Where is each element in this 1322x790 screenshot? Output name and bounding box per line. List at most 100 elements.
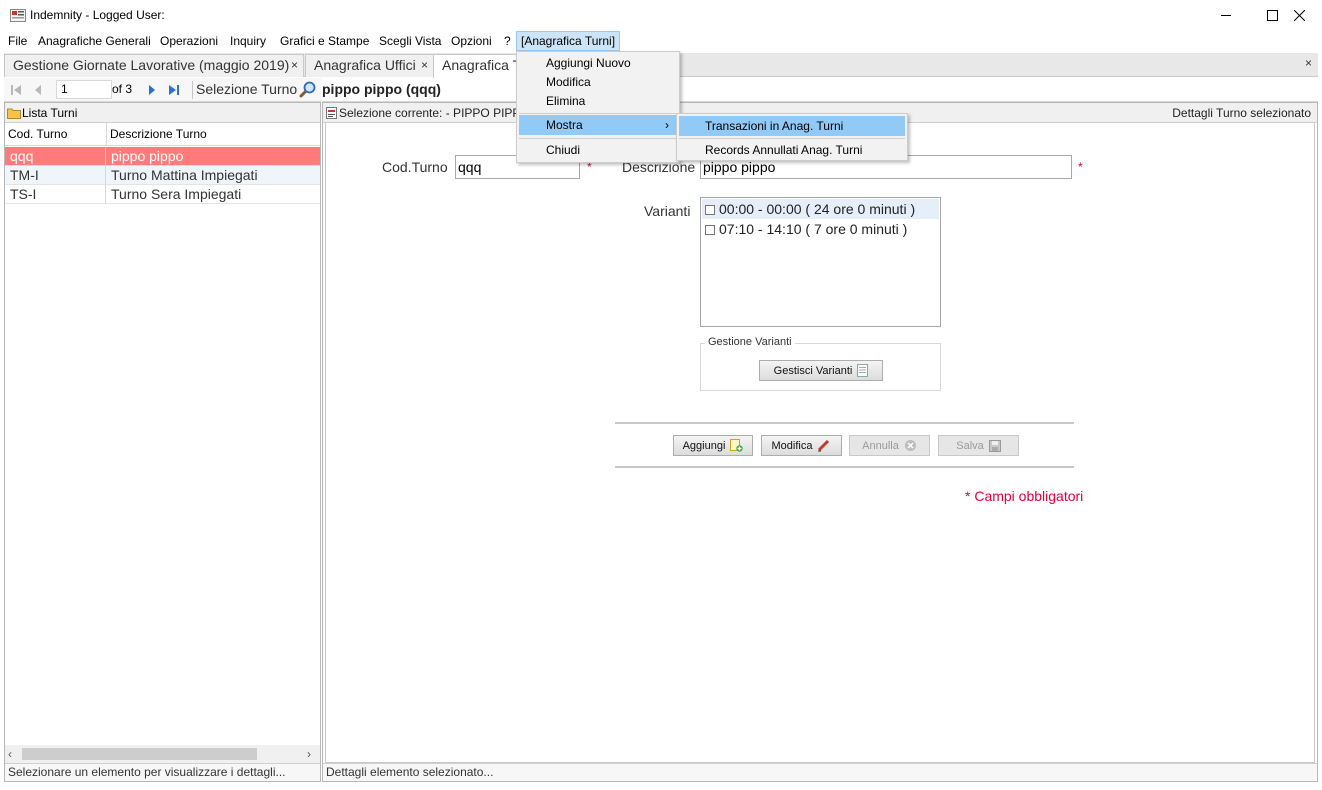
close-window-button[interactable] [1276, 0, 1322, 31]
horizontal-scrollbar[interactable]: ‹ › [5, 745, 320, 763]
lista-turni-title: Lista Turni [22, 106, 78, 120]
menu-anagrafiche-generali[interactable]: Anagrafiche Generali [37, 33, 152, 50]
cell-cod-turno: TM-I [5, 166, 106, 185]
menu-anagrafica-turni[interactable]: [Anagrafica Turni] [516, 31, 621, 51]
app-icon [10, 9, 26, 22]
menu-file[interactable]: File [7, 33, 28, 50]
menu-item-records-annullati[interactable]: Records Annullati Anag. Turni [679, 140, 905, 160]
varianti-label: Varianti [644, 203, 691, 219]
tab-label: Gestione Giornate Lavorative (maggio 201… [13, 57, 290, 73]
menu-item-aggiungi-nuovo[interactable]: Aggiungi Nuovo [519, 53, 677, 73]
tab-gestione-giornate[interactable]: Gestione Giornate Lavorative (maggio 201… [4, 54, 304, 77]
dettagli-turno-title: Dettagli Turno selezionato [1172, 106, 1311, 120]
close-all-tabs-button[interactable]: × [1305, 56, 1312, 70]
left-status-bar: Selezionare un elemento per visualizzare… [5, 763, 320, 781]
cancel-icon [904, 440, 916, 451]
list-item[interactable]: 07:10 - 14:10 ( 7 ore 0 minuti ) [702, 219, 939, 239]
checkbox[interactable] [705, 225, 715, 235]
last-record-button[interactable] [166, 81, 182, 98]
save-icon [988, 439, 1001, 452]
table-row[interactable]: TM-I Turno Mattina Impiegati [5, 166, 320, 185]
next-record-button[interactable] [144, 81, 160, 98]
menu-grafici-e-stampe[interactable]: Grafici e Stampe [279, 33, 370, 50]
cell-cod-turno: TS-I [5, 185, 106, 204]
button-bar-divider [615, 466, 1074, 468]
anagrafica-turni-dropdown: Aggiungi Nuovo Modifica Elimina Mostra ›… [516, 51, 680, 163]
variante-label: 00:00 - 00:00 ( 24 ore 0 minuti ) [719, 201, 916, 217]
annulla-label: Annulla [862, 439, 899, 452]
menu-help[interactable]: ? [503, 33, 512, 50]
variante-label: 07:10 - 14:10 ( 7 ore 0 minuti ) [719, 221, 908, 237]
title-bar: Indemnity - Logged User: [0, 0, 1322, 31]
cell-descrizione-turno: Turno Mattina Impiegati [111, 167, 258, 183]
tab-close-button[interactable]: × [421, 55, 428, 76]
first-record-button[interactable] [8, 81, 24, 98]
tab-label: Anagrafica Uffici [314, 57, 416, 73]
gestione-varianti-group: Gestione Varianti Gestisci Varianti [700, 336, 941, 391]
detail-form: Cod.Turno qqq * Descrizione pippo pippo … [325, 123, 1315, 763]
varianti-list[interactable]: 00:00 - 00:00 ( 24 ore 0 minuti ) 07:10 … [700, 197, 941, 327]
record-position-input[interactable]: 1 [56, 80, 112, 99]
scroll-left-arrow[interactable]: ‹ [8, 747, 12, 761]
menu-item-transazioni[interactable]: Transazioni in Anag. Turni [679, 116, 905, 136]
lista-turni-header: Lista Turni [5, 103, 320, 123]
menu-item-mostra-label: Mostra [546, 118, 583, 132]
modifica-button[interactable]: Modifica [761, 435, 842, 456]
scroll-right-arrow[interactable]: › [307, 747, 311, 761]
menu-operazioni[interactable]: Operazioni [159, 33, 219, 50]
scrollbar-thumb[interactable] [22, 748, 257, 760]
mostra-submenu: Transazioni in Anag. Turni Records Annul… [676, 113, 908, 161]
tab-anagrafica-turni[interactable]: Anagrafica Turni [433, 54, 523, 78]
list-item[interactable]: 00:00 - 00:00 ( 24 ore 0 minuti ) [702, 199, 939, 219]
grid-header: Cod. Turno Descrizione Turno [5, 123, 320, 146]
gestisci-varianti-label: Gestisci Varianti [773, 364, 853, 377]
salva-button[interactable]: Salva [938, 435, 1019, 456]
menu-item-chiudi[interactable]: Chiudi [519, 140, 677, 160]
checkbox[interactable] [705, 205, 715, 215]
previous-icon [35, 84, 41, 95]
cell-cod-turno: qqq [5, 147, 106, 166]
gestisci-varianti-button[interactable]: Gestisci Varianti [759, 360, 883, 381]
menu-item-modifica[interactable]: Modifica [519, 72, 677, 92]
last-icon [169, 84, 179, 95]
menu-scegli-vista[interactable]: Scegli Vista [378, 33, 442, 50]
menu-inquiry[interactable]: Inquiry [229, 33, 267, 50]
folder-icon [7, 108, 21, 119]
minimize-button[interactable] [1203, 0, 1249, 31]
first-icon [11, 84, 21, 95]
salva-label: Salva [956, 439, 984, 452]
dettagli-turno-panel: Selezione corrente: - PIPPO PIPPO Dettag… [322, 102, 1318, 782]
table-row[interactable]: TS-I Turno Sera Impiegati [5, 185, 320, 204]
aggiungi-label: Aggiungi [682, 439, 726, 452]
right-status-bar: Dettagli elemento selezionato... [323, 763, 1317, 781]
search-icon[interactable] [299, 81, 316, 98]
window-title: Indemnity - Logged User: [30, 8, 165, 22]
tab-anagrafica-uffici[interactable]: Anagrafica Uffici × [305, 54, 437, 77]
annulla-button[interactable]: Annulla [849, 435, 930, 456]
column-header-cod-turno[interactable]: Cod. Turno [5, 123, 107, 146]
add-icon [730, 439, 744, 452]
cell-descrizione-turno: pippo pippo [111, 148, 184, 164]
menu-item-mostra[interactable]: Mostra › [519, 115, 677, 135]
required-mark: * [1078, 160, 1083, 174]
previous-record-button[interactable] [30, 81, 46, 98]
campi-obbligatori-note: * Campi obbligatori [965, 488, 1084, 504]
column-header-descrizione-turno[interactable]: Descrizione Turno [107, 123, 320, 146]
table-row[interactable]: qqq pippo pippo [5, 147, 320, 166]
submenu-arrow-icon: › [665, 118, 669, 132]
menu-item-elimina[interactable]: Elimina [519, 91, 677, 111]
selezione-turno-label: Selezione Turno [196, 81, 298, 97]
toolbar-separator [192, 81, 193, 99]
selezione-corrente-text: Selezione corrente: - PIPPO PIPPO [339, 106, 530, 120]
modifica-label: Modifica [771, 439, 813, 452]
tab-close-button[interactable]: × [291, 55, 298, 76]
lista-turni-panel: Lista Turni Cod. Turno Descrizione Turno… [4, 102, 321, 782]
next-icon [149, 84, 155, 95]
menu-separator [519, 138, 677, 139]
menu-opzioni[interactable]: Opzioni [450, 33, 493, 50]
menu-separator [679, 138, 905, 139]
close-icon [1293, 10, 1305, 21]
aggiungi-button[interactable]: Aggiungi [673, 435, 753, 456]
menu-bar: File Anagrafiche Generali Operazioni Inq… [0, 31, 1322, 52]
tab-label: Anagrafica Turni [442, 57, 522, 73]
